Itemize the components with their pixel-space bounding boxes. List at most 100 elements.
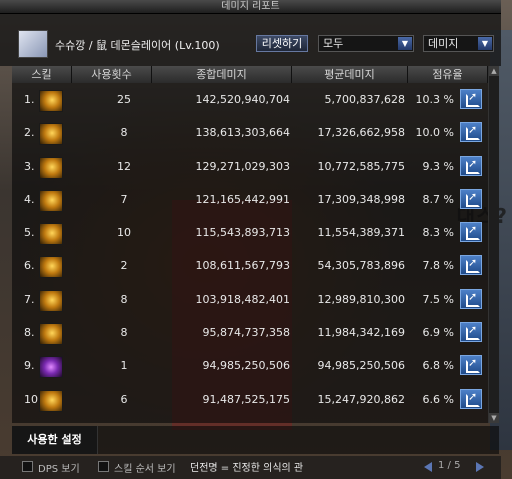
row-use-count: 8 [120,326,128,340]
share-export-icon[interactable] [460,322,482,343]
skill-icon [39,189,63,212]
row-use-count: 8 [120,126,128,140]
window-title[interactable]: 데미지 리포트 [0,0,501,14]
next-page-icon[interactable] [476,462,484,472]
mode-select[interactable]: 모두 ▼ [318,35,414,52]
table-row: 10. 6 91,487,525,175 15,247,920,862 6.6 % [12,383,488,416]
row-avg-damage: 17,326,662,958 [317,126,405,140]
row-avg-damage: 54,305,783,896 [317,259,405,273]
row-avg-damage: 15,247,920,862 [317,392,405,406]
skill-icon [39,256,63,279]
report-header: 수슈깡 / 鼠 데몬슬레이어 (Lv.100) 리셋하기 모두 ▼ 데미지 ▼ [0,14,501,66]
scroll-up-icon[interactable]: ▲ [489,66,499,76]
type-select[interactable]: 데미지 ▼ [423,35,494,52]
row-share: 6.9 % [422,326,454,340]
skill-order-checkbox[interactable] [98,461,109,472]
share-export-icon[interactable] [460,388,482,409]
skill-icon [39,356,63,379]
row-total-damage: 129,271,029,303 [195,159,290,173]
page-indicator: 1 / 5 [438,460,461,471]
row-avg-damage: 17,309,348,998 [317,192,405,206]
row-use-count: 12 [117,159,131,173]
row-share: 6.6 % [422,392,454,406]
share-export-icon[interactable] [460,355,482,376]
damage-report-window: 데미지 리포트 수슈깡 / 鼠 데몬슬레이어 (Lv.100) 리셋하기 모두 … [0,0,501,479]
row-use-count: 6 [120,392,128,406]
table-row: 7. 8 103,918,482,401 12,989,810,300 7.5 % [12,283,488,316]
share-export-icon[interactable] [460,122,482,143]
share-export-icon[interactable] [460,222,482,243]
row-total-damage: 138,613,303,664 [195,126,290,140]
col-total-damage: 종합데미지 [152,66,292,83]
skill-icon [39,223,63,246]
row-use-count: 25 [117,93,131,106]
scroll-down-icon[interactable]: ▼ [489,413,499,423]
table-row: 8. 8 95,874,737,358 11,984,342,169 6.9 % [12,316,488,349]
skill-icon [39,389,63,412]
character-name: 수슈깡 / 鼠 데몬슬레이어 (Lv.100) [55,39,220,52]
row-use-count: 1 [120,359,128,373]
row-use-count: 2 [120,259,128,273]
row-avg-damage: 12,989,810,300 [317,292,405,306]
type-select-value: 데미지 [428,37,459,50]
row-avg-damage: 10,772,585,775 [317,159,405,173]
table-row: 1. 25 142,520,940,704 5,700,837,628 10.3 % [12,83,488,116]
row-share: 7.8 % [422,259,454,273]
row-share: 10.0 % [415,126,454,140]
share-export-icon[interactable] [460,188,482,209]
dungeon-title-text: 던전명 = 진정한 의식의 관 [190,463,304,474]
row-total-damage: 115,543,893,713 [195,226,290,240]
row-use-count: 10 [117,226,131,240]
row-share: 9.3 % [422,159,454,173]
table-row: 9. 1 94,985,250,506 94,985,250,506 6.8 % [12,349,488,382]
settings-footer: 사용한 설정 [12,426,499,454]
row-total-damage: 121,165,442,991 [195,192,290,206]
col-avg-damage: 평균데미지 [292,66,408,83]
skill-icon [39,123,63,146]
table-row: 2. 8 138,613,303,664 17,326,662,958 10.0 % [12,116,488,149]
row-share: 7.5 % [422,292,454,306]
row-use-count: 7 [120,192,128,206]
reset-button[interactable]: 리셋하기 [256,35,308,52]
share-export-icon[interactable] [460,155,482,176]
row-avg-damage: 11,554,389,371 [317,226,405,240]
skill-icon [39,90,63,112]
row-total-damage: 108,611,567,793 [195,259,290,273]
table-row: 5. 10 115,543,893,713 11,554,389,371 8.3 % [12,216,488,249]
row-total-damage: 103,918,482,401 [195,292,290,306]
col-use-count: 사용횟수 [72,66,152,83]
skill-icon [39,289,63,312]
table-row: 4. 7 121,165,442,991 17,309,348,998 8.7 % [12,183,488,216]
character-avatar [18,30,48,58]
damage-table: 스킬 사용횟수 종합데미지 평균데미지 점유율 1. 25 142,520,940,… [12,66,499,423]
row-total-damage: 91,487,525,175 [202,392,290,406]
share-export-icon[interactable] [460,255,482,276]
chevron-down-icon[interactable]: ▼ [478,37,492,50]
row-avg-damage: 94,985,250,506 [317,359,405,373]
skill-icon [39,156,63,179]
scrollbar[interactable]: ▲ ▼ [488,66,499,423]
table-row: 6. 2 108,611,567,793 54,305,783,896 7.8 % [12,249,488,282]
row-total-damage: 142,520,940,704 [195,93,290,106]
row-share: 8.7 % [422,192,454,206]
share-export-icon[interactable] [460,89,482,109]
table-row: 3. 12 129,271,029,303 10,772,585,775 9.3 % [12,150,488,183]
row-avg-damage: 11,984,342,169 [317,326,405,340]
skill-order-label: 스킬 순서 보기 [114,464,176,475]
row-use-count: 8 [120,292,128,306]
row-share: 8.3 % [422,226,454,240]
skill-icon [39,323,63,346]
row-total-damage: 94,985,250,506 [202,359,290,373]
row-share: 10.3 % [415,93,454,106]
col-skill: 스킬 [12,66,72,83]
dps-view-checkbox[interactable] [22,461,33,472]
row-share: 6.8 % [422,359,454,373]
share-export-icon[interactable] [460,288,482,309]
row-avg-damage: 5,700,837,628 [324,93,405,106]
dps-view-label: DPS 보기 [38,464,80,475]
row-total-damage: 95,874,737,358 [202,326,290,340]
prev-page-icon[interactable] [424,462,432,472]
chevron-down-icon[interactable]: ▼ [398,37,412,50]
tab-used-settings[interactable]: 사용한 설정 [12,426,98,454]
table-body: 1.25142,520,940,7045,700,837,62810.3 %2.… [12,83,488,416]
